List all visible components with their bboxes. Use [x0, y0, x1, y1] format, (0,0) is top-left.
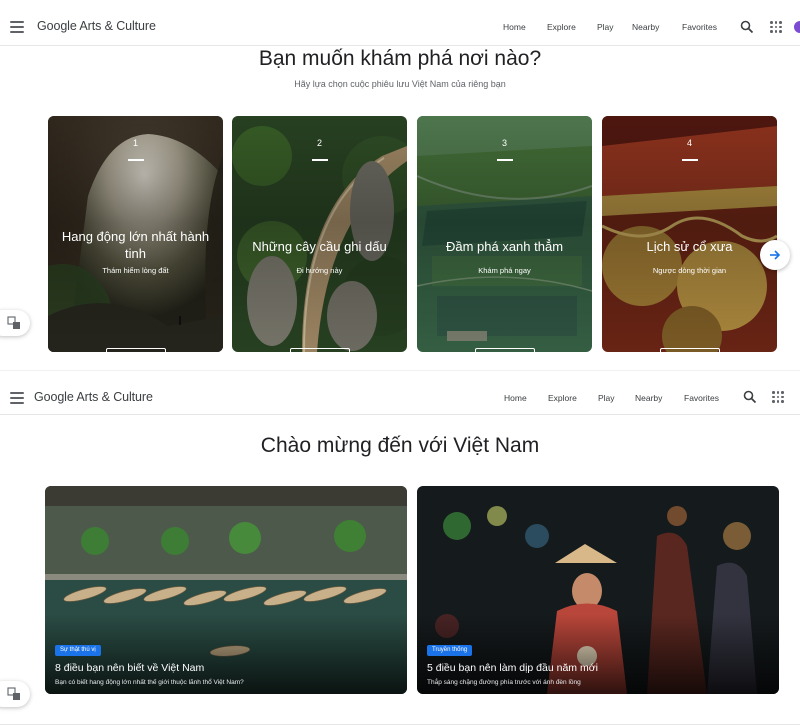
story-tag: Sự thật thú vị — [55, 645, 101, 656]
card-button[interactable] — [289, 348, 350, 352]
nav-explore[interactable]: Explore — [547, 22, 576, 32]
card-number: 4 — [686, 138, 692, 148]
apps-grid-icon[interactable] — [770, 21, 782, 33]
story-card-traditions[interactable]: Truyền thống 5 điều bạn nên làm dịp đầu … — [417, 486, 779, 694]
section-title-explore: Bạn muốn khám phá nơi nào? — [258, 47, 542, 70]
apps-grid-icon[interactable] — [772, 391, 784, 403]
nav-nearby[interactable]: Nearby — [632, 22, 659, 32]
second-header: Google Arts & Culture Home Explore Play … — [0, 375, 800, 419]
nav-home[interactable]: Home — [503, 22, 526, 32]
header-divider — [0, 45, 800, 46]
story-subtitle: Thắp sáng chặng đường phía trước với ánh… — [427, 679, 581, 686]
card-number: 3 — [501, 138, 507, 148]
search-icon[interactable] — [743, 390, 757, 404]
card-title: Lịch sử cổ xưa — [646, 239, 733, 254]
translate-icon — [7, 316, 20, 329]
card-number-underline — [496, 159, 513, 161]
journey-card-history[interactable]: 4 Lịch sử cổ xưa Ngược dòng thời gian — [602, 116, 777, 352]
story-subtitle: Bạn có biết hang động lớn nhất thế giới … — [55, 679, 244, 686]
nav-favorites[interactable]: Favorites — [684, 393, 719, 403]
card-subtitle: Khám phá ngay — [478, 266, 531, 275]
card-title: Những cây cầu ghi dấu — [252, 239, 387, 254]
card-title: Đầm phá xanh thẳm — [445, 239, 564, 254]
top-header: Google Arts & Culture Home Explore Play … — [0, 4, 800, 48]
card-overlay — [602, 116, 777, 352]
card-number-underline — [127, 159, 144, 161]
hamburger-menu-icon[interactable] — [10, 21, 24, 33]
journey-card-cave[interactable]: 1 Hang động lớn nhất hành tinh Thám hiểm… — [48, 116, 223, 352]
nav-favorites[interactable]: Favorites — [682, 22, 717, 32]
journey-card-lagoon[interactable]: 3 Đầm phá xanh thẳm Khám phá ngay — [417, 116, 592, 352]
hamburger-menu-icon[interactable] — [10, 392, 24, 404]
story-tag: Truyền thống — [427, 645, 473, 656]
card-button[interactable] — [105, 348, 166, 352]
card-overlay — [417, 116, 592, 352]
story-title: 5 điều bạn nên làm dịp đầu năm mới — [427, 662, 598, 674]
next-arrow-button[interactable] — [760, 240, 790, 270]
card-subtitle: Đi hướng này — [296, 266, 343, 275]
section-subtitle-explore: Hãy lựa chọn cuộc phiêu lưu Việt Nam của… — [294, 79, 506, 89]
arrow-right-icon — [770, 250, 781, 260]
search-icon[interactable] — [740, 20, 754, 34]
brand-logo[interactable]: Google Arts & Culture — [37, 19, 156, 33]
card-title: Hang động lớn nhất hành tinh — [61, 229, 210, 261]
nav-nearby[interactable]: Nearby — [635, 393, 662, 403]
bottom-divider — [0, 724, 800, 725]
card-button[interactable] — [474, 348, 535, 352]
card-number: 2 — [316, 138, 322, 148]
card-number-underline — [681, 159, 698, 161]
avatar[interactable] — [794, 21, 800, 33]
card-overlay — [232, 116, 407, 352]
card-number: 1 — [132, 138, 138, 148]
journey-card-bridge[interactable]: 2 Những cây cầu ghi dấu Đi hướng này — [232, 116, 407, 352]
card-button[interactable] — [659, 348, 720, 352]
nav-explore[interactable]: Explore — [548, 393, 577, 403]
card-number-underline — [311, 159, 328, 161]
translate-icon — [7, 687, 20, 700]
nav-play[interactable]: Play — [597, 22, 614, 32]
nav-home[interactable]: Home — [504, 393, 527, 403]
section-separator — [0, 370, 800, 371]
story-title: 8 điều bạn nên biết về Việt Nam — [55, 662, 205, 674]
nav-play[interactable]: Play — [598, 393, 615, 403]
translate-button[interactable] — [0, 310, 30, 336]
section-title-welcome: Chào mừng đến với Việt Nam — [260, 434, 540, 457]
card-subtitle: Ngược dòng thời gian — [652, 266, 727, 275]
brand-logo[interactable]: Google Arts & Culture — [34, 390, 153, 404]
header-divider — [0, 414, 800, 415]
translate-button[interactable] — [0, 681, 30, 707]
story-card-facts[interactable]: Sự thật thú vị 8 điều bạn nên biết về Vi… — [45, 486, 407, 694]
card-subtitle: Thám hiểm lòng đất — [102, 266, 169, 275]
